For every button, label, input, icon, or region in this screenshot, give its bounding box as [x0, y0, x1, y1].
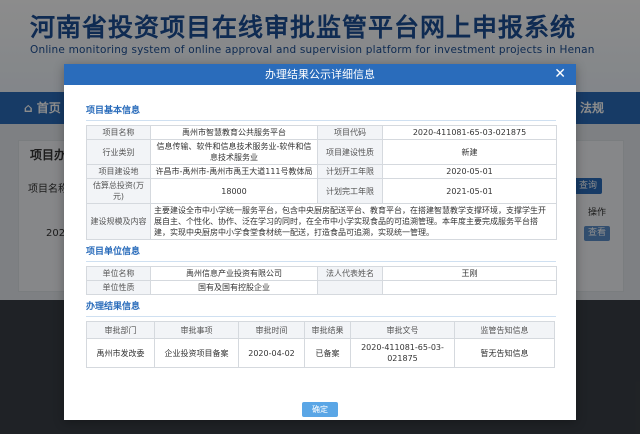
table-cell: 企业投资项目备案	[154, 338, 239, 368]
field-value: 2021-05-01	[382, 178, 557, 204]
field-value: 18000	[150, 178, 318, 204]
column-header: 审批时间	[238, 321, 305, 339]
table-cell: 暂无告知信息	[454, 338, 555, 368]
field-label: 计划完工年限	[317, 178, 383, 204]
result-detail-dialog: 办理结果公示详细信息 ✕ 项目基本信息 项目名称 禹州市智慧教育公共服务平台 项…	[64, 64, 576, 420]
field-value: 2020-05-01	[382, 164, 557, 179]
table-row: 估算总投资(万元) 18000 计划完工年限 2021-05-01	[86, 178, 557, 204]
field-label: 项目建设地	[86, 164, 151, 179]
unit-info-table: 单位名称 禹州信息产业投资有限公司 法人代表姓名 王刚 单位性质 国有及国有控股…	[86, 266, 557, 295]
column-header: 审批结果	[304, 321, 351, 339]
field-label: 法人代表姓名	[317, 266, 383, 281]
field-value: 王刚	[382, 266, 557, 281]
field-label: 行业类别	[86, 139, 151, 165]
table-row: 行业类别 信息传输、软件和信息技术服务业-软件和信息技术服务业 项目建设性质 新…	[86, 139, 557, 165]
field-value: 新建	[382, 139, 557, 165]
section-title-result: 办理结果信息	[86, 301, 556, 317]
column-header: 审批事项	[154, 321, 239, 339]
close-icon[interactable]: ✕	[554, 64, 566, 85]
field-label	[317, 280, 383, 295]
table-row: 禹州市发改委 企业投资项目备案 2020-04-02 已备案 2020-4110…	[86, 338, 555, 368]
field-label: 单位名称	[86, 266, 151, 281]
table-header-row: 审批部门 审批事项 审批时间 审批结果 审批文号 监管告知信息	[86, 321, 555, 339]
field-label: 建设规模及内容	[86, 203, 151, 240]
table-row: 项目建设地 许昌市-禹州市-禹州市禹王大道111号教体局 计划开工年限 2020…	[86, 164, 557, 179]
field-value	[382, 280, 557, 295]
field-value: 2020-411081-65-03-021875	[382, 125, 557, 140]
table-row: 单位性质 国有及国有控股企业	[86, 280, 557, 295]
field-label: 估算总投资(万元)	[86, 178, 151, 204]
section-title-unit: 项目单位信息	[86, 246, 556, 262]
field-value: 信息传输、软件和信息技术服务业-软件和信息技术服务业	[150, 139, 318, 165]
table-cell: 2020-411081-65-03-021875	[350, 338, 455, 368]
dialog-title: 办理结果公示详细信息	[265, 68, 375, 81]
field-value: 许昌市-禹州市-禹州市禹王大道111号教体局	[150, 164, 318, 179]
field-label: 项目代码	[317, 125, 383, 140]
confirm-button[interactable]: 确定	[302, 402, 338, 417]
dialog-body: 项目基本信息 项目名称 禹州市智慧教育公共服务平台 项目代码 2020-4110…	[86, 105, 557, 368]
table-row: 单位名称 禹州信息产业投资有限公司 法人代表姓名 王刚	[86, 266, 557, 281]
column-header: 监管告知信息	[454, 321, 555, 339]
table-cell: 禹州市发改委	[86, 338, 155, 368]
column-header: 审批部门	[86, 321, 155, 339]
table-cell: 已备案	[304, 338, 351, 368]
table-cell: 2020-04-02	[238, 338, 305, 368]
field-value: 国有及国有控股企业	[150, 280, 318, 295]
field-label: 项目名称	[86, 125, 151, 140]
field-value: 禹州市智慧教育公共服务平台	[150, 125, 318, 140]
section-title-basic: 项目基本信息	[86, 105, 556, 121]
table-row: 建设规模及内容 主要建设全市中小学统一服务平台，包含中央厨房配送平台、教育平台，…	[86, 203, 557, 240]
field-label: 计划开工年限	[317, 164, 383, 179]
table-row: 项目名称 禹州市智慧教育公共服务平台 项目代码 2020-411081-65-0…	[86, 125, 557, 140]
basic-info-table: 项目名称 禹州市智慧教育公共服务平台 项目代码 2020-411081-65-0…	[86, 125, 557, 240]
field-label: 单位性质	[86, 280, 151, 295]
field-value: 禹州信息产业投资有限公司	[150, 266, 318, 281]
field-label: 项目建设性质	[317, 139, 383, 165]
field-value: 主要建设全市中小学统一服务平台，包含中央厨房配送平台、教育平台，在搭建智慧教学支…	[150, 203, 557, 240]
column-header: 审批文号	[350, 321, 455, 339]
result-table: 审批部门 审批事项 审批时间 审批结果 审批文号 监管告知信息 禹州市发改委 企…	[86, 321, 555, 368]
